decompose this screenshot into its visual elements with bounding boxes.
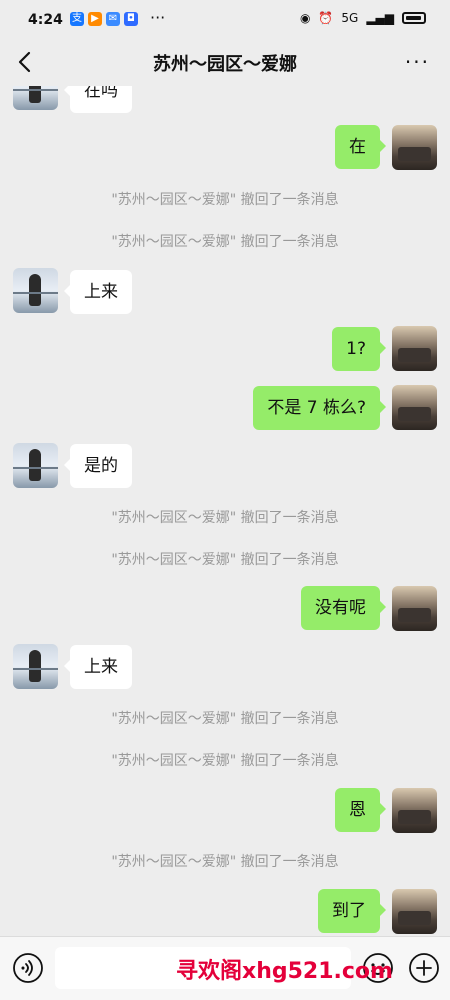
- eye-icon: ◉: [299, 11, 311, 25]
- plus-icon[interactable]: [408, 952, 440, 984]
- battery-icon: [402, 12, 426, 24]
- contact-avatar[interactable]: [13, 86, 58, 110]
- recall-notice: "苏州～园区～爱娜" 撤回了一条消息: [111, 753, 339, 769]
- recall-notice: "苏州～园区～爱娜" 撤回了一条消息: [111, 234, 339, 250]
- recall-notice: "苏州～园区～爱娜" 撤回了一条消息: [111, 510, 339, 526]
- contact-avatar[interactable]: [13, 268, 58, 313]
- chat-header: 苏州～园区～爱娜 ···: [0, 40, 450, 86]
- mail-icon: ✉: [106, 12, 120, 26]
- video-icon: ▶: [88, 12, 102, 26]
- self-avatar[interactable]: [392, 788, 437, 833]
- self-avatar[interactable]: [392, 385, 437, 430]
- more-options-icon[interactable]: ···: [405, 50, 430, 74]
- recall-notice: "苏州～园区～爱娜" 撤回了一条消息: [111, 192, 339, 208]
- recall-notice: "苏州～园区～爱娜" 撤回了一条消息: [111, 552, 339, 568]
- alarm-icon: ⏰: [318, 11, 334, 25]
- chat-area[interactable]: 在吗 在 "苏州～园区～爱娜" 撤回了一条消息 "苏州～园区～爱娜" 撤回了一条…: [0, 86, 450, 936]
- network-label: 5G: [341, 11, 359, 25]
- voice-icon[interactable]: [12, 952, 44, 984]
- self-avatar[interactable]: [392, 125, 437, 170]
- app-icon: ◘: [124, 12, 138, 26]
- chat-title: 苏州～园区～爱娜: [153, 54, 297, 75]
- alipay-icon: 支: [70, 12, 84, 26]
- status-bar: 4:24 支 ▶ ✉ ◘ ··· ◉ ⏰ 5G ▂▄▆: [0, 0, 450, 40]
- self-avatar[interactable]: [392, 326, 437, 371]
- contact-avatar[interactable]: [13, 443, 58, 488]
- chevron-left-icon[interactable]: [14, 50, 38, 74]
- status-app-icons: 支 ▶ ✉ ◘: [70, 12, 138, 26]
- message-bubble-right[interactable]: 不是 7 栋么?: [253, 386, 386, 430]
- message-bubble-right[interactable]: 到了: [318, 889, 386, 933]
- contact-avatar[interactable]: [13, 644, 58, 689]
- status-time: 4:24: [28, 12, 63, 28]
- message-bubble-right[interactable]: 1?: [332, 327, 386, 371]
- status-right: ◉ ⏰ 5G ▂▄▆: [300, 11, 426, 25]
- message-bubble-right[interactable]: 在: [335, 125, 386, 169]
- message-bubble-left[interactable]: 上来: [64, 645, 132, 689]
- self-avatar[interactable]: [392, 889, 437, 934]
- signal-icon: ▂▄▆: [366, 11, 394, 25]
- status-more-icon: ···: [150, 8, 166, 27]
- watermark-text: 寻欢阁xhg521.com: [176, 959, 393, 984]
- message-bubble-left[interactable]: 是的: [64, 444, 132, 488]
- recall-notice: "苏州～园区～爱娜" 撤回了一条消息: [111, 854, 339, 870]
- message-bubble-left[interactable]: 上来: [64, 270, 132, 314]
- self-avatar[interactable]: [392, 586, 437, 631]
- message-bubble-right[interactable]: 没有呢: [301, 586, 386, 630]
- message-bubble-right[interactable]: 恩: [335, 788, 386, 832]
- message-bubble-left[interactable]: 在吗: [64, 86, 132, 113]
- recall-notice: "苏州～园区～爱娜" 撤回了一条消息: [111, 711, 339, 727]
